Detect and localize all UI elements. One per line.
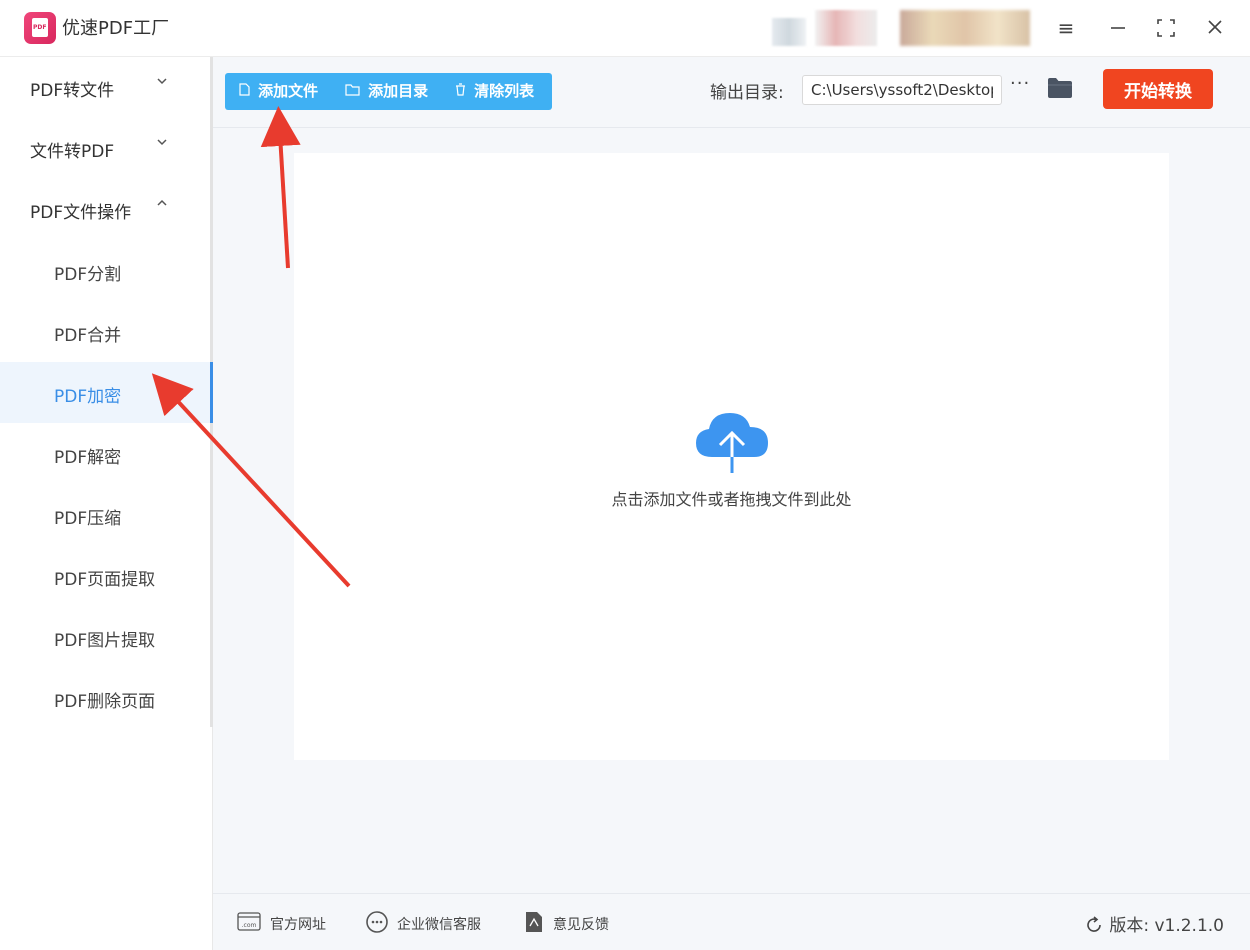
app-logo-icon: PDF (24, 12, 56, 44)
chevron-down-icon (156, 136, 168, 152)
toolbar: 添加文件 添加目录 清除列表 输出目录: ··· 开始转换 (213, 57, 1250, 128)
trash-icon (455, 83, 470, 100)
feedback-link[interactable]: 意见反馈 (553, 914, 609, 934)
blurred-user-area (772, 18, 806, 46)
sidebar-item-label: PDF删除页面 (54, 692, 156, 712)
chat-icon[interactable] (365, 911, 389, 933)
feedback-icon[interactable] (524, 911, 548, 933)
sidebar-item-label: PDF分割 (54, 265, 122, 285)
folder-outline-icon (345, 84, 364, 100)
file-button-group: 添加文件 添加目录 清除列表 (225, 73, 552, 110)
sidebar: PDF转文件 文件转PDF PDF文件操作 PDF分割 PDF合并 PDF加密 … (0, 57, 213, 950)
sidebar-item-pdf-decrypt[interactable]: PDF解密 (0, 423, 213, 484)
sidebar-item-label: PDF页面提取 (54, 570, 156, 590)
more-options-icon[interactable]: ··· (1010, 73, 1030, 94)
clear-list-label: 清除列表 (474, 82, 535, 100)
website-icon-text: .com (242, 922, 257, 929)
clear-list-button[interactable]: 清除列表 (455, 73, 534, 110)
version-text: 版本: v1.2.1.0 (1109, 916, 1224, 936)
add-file-button[interactable]: 添加文件 (239, 73, 318, 110)
official-website-link[interactable]: 官方网址 (270, 914, 326, 934)
sidebar-group-file-to-pdf[interactable]: 文件转PDF (0, 118, 210, 179)
output-directory-label: 输出目录: (710, 83, 784, 103)
sidebar-item-label: PDF解密 (54, 448, 122, 468)
sidebar-item-pdf-page-extract[interactable]: PDF页面提取 (0, 545, 213, 606)
title-bar: PDF 优速PDF工厂 ≡ (0, 0, 1250, 57)
sidebar-group-label: PDF文件操作 (30, 203, 132, 223)
app-title: 优速PDF工厂 (62, 18, 170, 39)
folder-icon[interactable] (1047, 77, 1073, 99)
chevron-down-icon (156, 75, 168, 91)
minimize-button[interactable] (1104, 14, 1132, 42)
sidebar-item-label: PDF图片提取 (54, 631, 156, 651)
website-icon[interactable]: .com (237, 911, 261, 933)
sidebar-item-pdf-split[interactable]: PDF分割 (0, 240, 213, 301)
cloud-upload-icon (694, 409, 770, 475)
sidebar-item-label: PDF合并 (54, 326, 122, 346)
close-button[interactable] (1201, 14, 1229, 42)
sidebar-item-pdf-encrypt[interactable]: PDF加密 (0, 362, 213, 423)
logo-text: PDF (33, 24, 47, 31)
main-panel: 添加文件 添加目录 清除列表 输出目录: ··· 开始转换 (213, 57, 1250, 950)
sidebar-item-pdf-compress[interactable]: PDF压缩 (0, 484, 213, 545)
blurred-user-area (900, 10, 1030, 46)
file-icon (239, 83, 254, 100)
footer-bar: .com 官方网址 企业微信客服 意见反馈 版本: v1.2.1.0 (213, 893, 1250, 950)
sidebar-item-label: PDF加密 (54, 387, 122, 407)
add-directory-label: 添加目录 (368, 82, 429, 100)
sidebar-group-label: 文件转PDF (30, 142, 115, 162)
menu-icon[interactable]: ≡ (1052, 14, 1080, 42)
sidebar-item-pdf-delete-pages[interactable]: PDF删除页面 (0, 667, 213, 728)
refresh-icon (1085, 916, 1103, 939)
add-directory-button[interactable]: 添加目录 (345, 73, 428, 110)
sidebar-group-label: PDF转文件 (30, 81, 115, 101)
sidebar-item-pdf-image-extract[interactable]: PDF图片提取 (0, 606, 213, 667)
output-directory-input[interactable] (802, 75, 1002, 105)
add-file-label: 添加文件 (258, 82, 319, 100)
chevron-up-icon (156, 197, 168, 213)
sidebar-item-label: PDF压缩 (54, 509, 122, 529)
maximize-button[interactable] (1152, 14, 1180, 42)
sidebar-item-pdf-merge[interactable]: PDF合并 (0, 301, 213, 362)
version-info[interactable]: 版本: v1.2.1.0 (1085, 911, 1224, 939)
file-drop-zone[interactable]: 点击添加文件或者拖拽文件到此处 (294, 153, 1169, 760)
start-convert-button[interactable]: 开始转换 (1103, 69, 1213, 109)
wechat-support-link[interactable]: 企业微信客服 (397, 914, 481, 934)
sidebar-group-pdf-to-file[interactable]: PDF转文件 (0, 57, 210, 118)
sidebar-group-pdf-operations[interactable]: PDF文件操作 (0, 179, 210, 240)
drop-zone-text: 点击添加文件或者拖拽文件到此处 (611, 490, 852, 509)
blurred-user-area (815, 10, 877, 46)
